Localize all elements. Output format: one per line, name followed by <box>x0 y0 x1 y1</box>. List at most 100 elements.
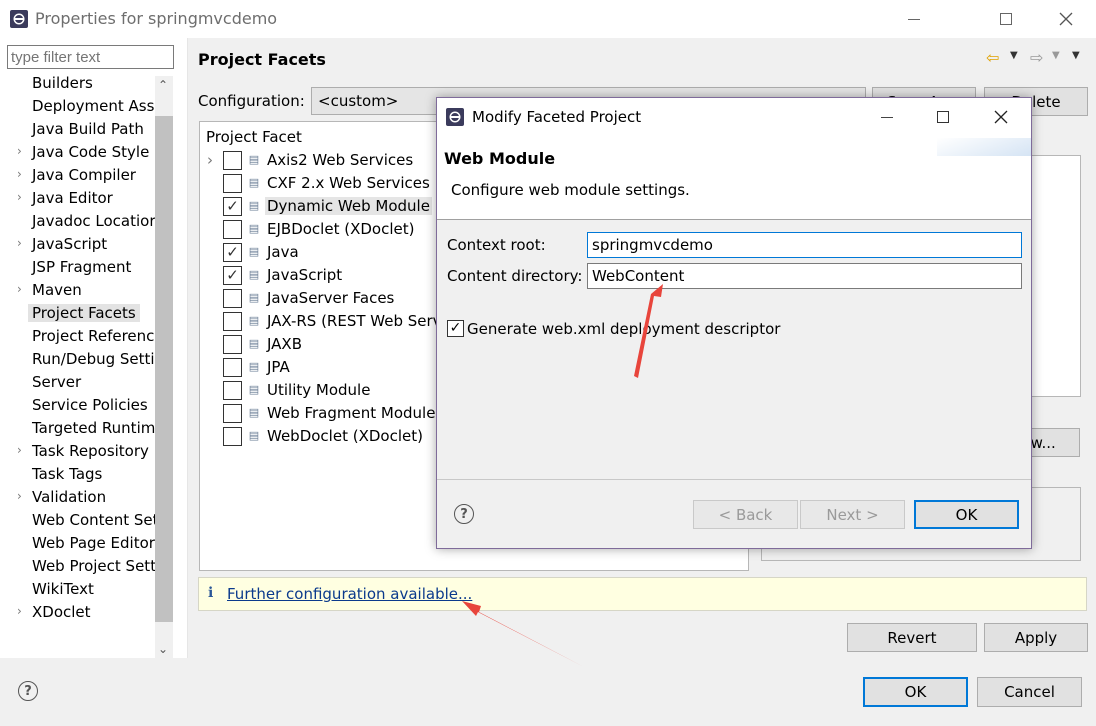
facet-checkbox[interactable] <box>223 289 242 308</box>
back-nav-icon[interactable]: ⇦ <box>986 48 999 67</box>
revert-button[interactable]: Revert <box>847 623 977 652</box>
sidebar-item[interactable]: › Task Repository <box>0 441 155 464</box>
facet-checkbox[interactable] <box>223 381 242 400</box>
sidebar-item[interactable]: Web Project Sett <box>0 556 155 579</box>
sidebar-item[interactable]: Task Tags <box>0 464 155 487</box>
dialog-banner: Web Module Configure web module settings… <box>437 138 1031 220</box>
sidebar-item[interactable]: Service Policies <box>0 395 155 418</box>
facet-icon: ▤ <box>248 199 260 212</box>
sidebar-item[interactable]: Project Referenc <box>0 326 155 349</box>
facet-icon: ▤ <box>248 222 260 235</box>
sidebar-item[interactable]: › Validation <box>0 487 155 510</box>
dialog-ok-button[interactable]: OK <box>914 500 1019 529</box>
sidebar-item-label: Web Page Editor <box>32 534 155 552</box>
facet-icon: ▤ <box>248 383 260 396</box>
sidebar-item[interactable]: Java Build Path <box>0 119 155 142</box>
close-icon[interactable] <box>1040 0 1092 38</box>
back-button[interactable]: < Back <box>693 500 798 529</box>
facet-checkbox[interactable] <box>223 358 242 377</box>
view-menu-icon[interactable]: ▼ <box>1072 50 1080 61</box>
facet-checkbox[interactable] <box>223 151 242 170</box>
dialog-close-icon[interactable] <box>975 98 1027 136</box>
dialog-minimize-icon[interactable] <box>861 98 913 136</box>
sidebar-item[interactable]: › Java Compiler <box>0 165 155 188</box>
sidebar-item[interactable]: JSP Fragment <box>0 257 155 280</box>
facet-checkbox[interactable] <box>223 427 242 446</box>
sidebar-item-label: Project Facets <box>28 304 140 322</box>
facet-icon: ▤ <box>248 268 260 281</box>
chevron-right-icon[interactable]: › <box>207 151 213 169</box>
dialog-footer: ? OK Cancel <box>0 658 1096 726</box>
chevron-right-icon[interactable]: › <box>17 236 22 250</box>
content-directory-label: Content directory: <box>447 267 583 285</box>
sidebar-item[interactable]: Web Page Editor <box>0 533 155 556</box>
scroll-up-icon[interactable]: ⌃ <box>158 78 168 92</box>
facet-checkbox[interactable] <box>223 220 242 239</box>
sidebar-item-label: JSP Fragment <box>32 258 132 276</box>
dialog-heading: Web Module <box>444 149 556 168</box>
sidebar-item[interactable]: › XDoclet <box>0 602 155 625</box>
facet-checkbox[interactable]: ✓ <box>223 243 242 262</box>
facet-checkbox[interactable] <box>223 404 242 423</box>
sidebar-item[interactable]: Targeted Runtim <box>0 418 155 441</box>
facet-checkbox[interactable] <box>223 335 242 354</box>
forward-nav-icon[interactable]: ⇨ <box>1030 48 1043 67</box>
apply-button[interactable]: Apply <box>984 623 1088 652</box>
sidebar-item[interactable]: Builders <box>0 73 155 96</box>
info-icon: ℹ <box>208 585 214 601</box>
sidebar-item[interactable]: Run/Debug Setti <box>0 349 155 372</box>
facet-label: JavaScript <box>267 266 343 284</box>
scroll-down-icon[interactable]: ⌄ <box>158 642 168 656</box>
chevron-right-icon[interactable]: › <box>17 604 22 618</box>
sidebar-item-label: Java Editor <box>32 189 113 207</box>
content-directory-input[interactable]: WebContent <box>587 263 1022 289</box>
facet-icon: ▤ <box>248 245 260 258</box>
facet-checkbox[interactable]: ✓ <box>223 266 242 285</box>
help-icon[interactable]: ? <box>18 681 38 701</box>
chevron-right-icon[interactable]: › <box>17 167 22 181</box>
chevron-right-icon[interactable]: › <box>17 443 22 457</box>
preferences-tree-pane: Builders Deployment Asse Java Build Path › J… <box>0 38 188 692</box>
sidebar-item-label: Deployment Asse <box>32 97 155 115</box>
facet-checkbox[interactable]: ✓ <box>223 197 242 216</box>
facet-checkbox[interactable] <box>223 312 242 331</box>
back-dropdown-icon[interactable]: ▼ <box>1010 50 1018 61</box>
sidebar-item[interactable]: › Java Editor <box>0 188 155 211</box>
modify-faceted-project-dialog: Modify Faceted Project Web Module Config… <box>436 97 1032 549</box>
sidebar-item[interactable]: Deployment Asse <box>0 96 155 119</box>
filter-input[interactable] <box>7 45 174 69</box>
sidebar-item[interactable]: › Maven <box>0 280 155 303</box>
dialog-help-icon[interactable]: ? <box>454 504 474 524</box>
sidebar-item[interactable]: WikiText <box>0 579 155 602</box>
facet-checkbox[interactable] <box>223 174 242 193</box>
scroll-thumb[interactable] <box>155 116 173 622</box>
sidebar-item-label: WikiText <box>32 580 94 598</box>
chevron-right-icon[interactable]: › <box>17 489 22 503</box>
chevron-right-icon[interactable]: › <box>17 190 22 204</box>
generate-webxml-checkbox[interactable]: ✓ <box>447 320 464 337</box>
dialog-divider <box>437 479 1031 480</box>
eclipse-app-icon <box>446 108 464 126</box>
forward-dropdown-icon[interactable]: ▼ <box>1052 50 1060 61</box>
further-configuration-link[interactable]: Further configuration available... <box>227 585 472 603</box>
sidebar-item[interactable]: Javadoc Locatior <box>0 211 155 234</box>
sidebar-item[interactable]: Server <box>0 372 155 395</box>
sidebar-item[interactable]: › Java Code Style <box>0 142 155 165</box>
context-root-input[interactable]: springmvcdemo <box>587 232 1022 258</box>
sidebar-item[interactable]: Project Facets <box>0 303 155 326</box>
ok-button[interactable]: OK <box>863 677 968 707</box>
sidebar-item[interactable]: Web Content Set <box>0 510 155 533</box>
chevron-right-icon[interactable]: › <box>17 282 22 296</box>
dialog-description: Configure web module settings. <box>451 181 690 199</box>
facet-label: CXF 2.x Web Services <box>267 174 430 192</box>
chevron-right-icon[interactable]: › <box>17 144 22 158</box>
cancel-button[interactable]: Cancel <box>977 677 1082 707</box>
next-button[interactable]: Next > <box>800 500 905 529</box>
facet-icon: ▤ <box>248 176 260 189</box>
window-title: Properties for springmvcdemo <box>35 9 278 28</box>
maximize-icon[interactable] <box>980 0 1032 38</box>
sidebar-item[interactable]: › JavaScript <box>0 234 155 257</box>
minimize-icon[interactable] <box>888 0 940 38</box>
tree-vertical-scrollbar[interactable]: ⌃ ⌄ <box>155 76 173 660</box>
dialog-maximize-icon[interactable] <box>917 98 969 136</box>
